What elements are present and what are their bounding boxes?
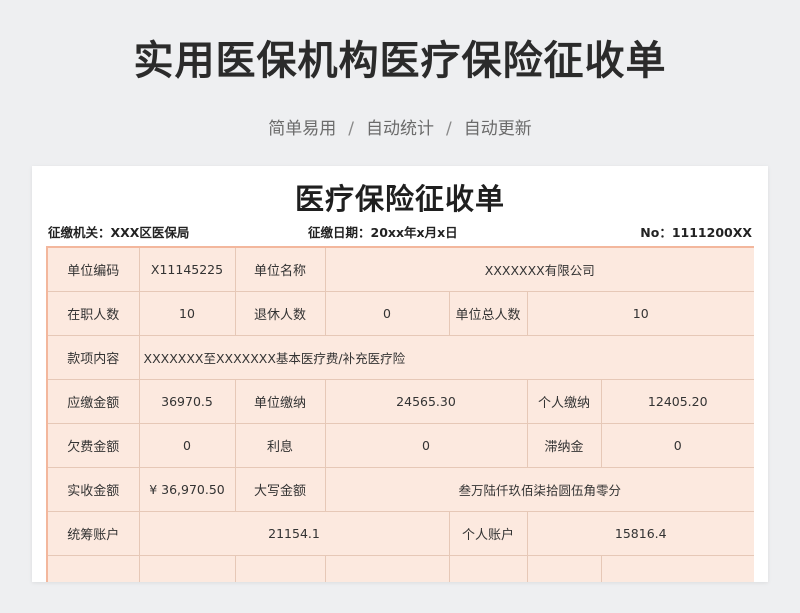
cell-label: 实收金额 bbox=[46, 467, 140, 512]
cell-value[interactable]: 0 bbox=[138, 423, 236, 468]
cell-label: 大写金额 bbox=[234, 467, 326, 512]
page-title: 实用医保机构医疗保险征收单 bbox=[133, 38, 667, 84]
form-title: 医疗保险征收单 bbox=[294, 182, 505, 216]
form-table: 单位编码 X11145225 单位名称 XXXXXXX有限公司 在职人数 10 … bbox=[46, 246, 754, 582]
cell-empty bbox=[600, 555, 754, 582]
table-row: 实收金额 ¥ 36,970.50 大写金额 叁万陆仟玖佰柒拾圆伍角零分 bbox=[46, 467, 754, 512]
cell-empty bbox=[234, 555, 326, 582]
table-row: 在职人数 10 退休人数 0 单位总人数 10 bbox=[46, 291, 754, 336]
cell-value[interactable]: 0 bbox=[600, 423, 754, 468]
form-table-wrapper: 单位编码 X11145225 单位名称 XXXXXXX有限公司 在职人数 10 … bbox=[46, 246, 754, 582]
cell-value[interactable]: 21154.1 bbox=[138, 511, 450, 556]
cell-empty bbox=[526, 555, 602, 582]
form-number: No：1111200XX bbox=[640, 225, 752, 240]
tag-separator: / bbox=[446, 119, 452, 139]
cell-empty bbox=[46, 555, 140, 582]
cell-label: 单位缴纳 bbox=[234, 379, 326, 424]
cell-label: 在职人数 bbox=[46, 291, 140, 336]
tag-auto-stats: 自动统计 bbox=[366, 119, 434, 139]
cell-value[interactable]: X11145225 bbox=[138, 246, 236, 292]
tag-auto-update: 自动更新 bbox=[463, 119, 532, 139]
tag-separator: / bbox=[348, 119, 354, 139]
cell-label: 单位名称 bbox=[234, 246, 326, 292]
cell-value[interactable]: 叁万陆仟玖佰柒拾圆伍角零分 bbox=[324, 467, 754, 512]
cell-value[interactable]: 10 bbox=[138, 291, 236, 336]
cell-value[interactable]: 24565.30 bbox=[324, 379, 528, 424]
cell-label: 应缴金额 bbox=[46, 379, 140, 424]
tag-easy: 简单易用 bbox=[268, 119, 337, 139]
cell-value[interactable]: 0 bbox=[324, 423, 528, 468]
cell-value[interactable]: 36970.5 bbox=[138, 379, 236, 424]
table-row: 单位编码 X11145225 单位名称 XXXXXXX有限公司 bbox=[46, 246, 754, 292]
table-row: 款项内容 XXXXXXX至XXXXXXX基本医疗费/补充医疗险 bbox=[46, 335, 754, 380]
cell-label: 单位总人数 bbox=[448, 291, 528, 336]
cell-label: 退休人数 bbox=[234, 291, 326, 336]
cell-value[interactable]: ¥ 36,970.50 bbox=[138, 467, 236, 512]
cell-value[interactable]: XXXXXXX有限公司 bbox=[324, 246, 754, 292]
cell-label: 欠费金额 bbox=[46, 423, 140, 468]
cell-label: 统筹账户 bbox=[46, 511, 140, 556]
cell-label: 个人账户 bbox=[448, 511, 528, 556]
collection-date: 征缴日期：20xx年x月x日 bbox=[308, 225, 458, 240]
table-row: 统筹账户 21154.1 个人账户 15816.4 bbox=[46, 511, 754, 556]
cell-label: 滞纳金 bbox=[526, 423, 602, 468]
cell-value[interactable]: 10 bbox=[526, 291, 754, 336]
cell-label: 款项内容 bbox=[46, 335, 140, 380]
cell-value[interactable]: XXXXXXX至XXXXXXX基本医疗费/补充医疗险 bbox=[138, 335, 754, 380]
cell-label: 单位编码 bbox=[46, 246, 140, 292]
cell-empty bbox=[448, 555, 528, 582]
cell-value[interactable]: 12405.20 bbox=[600, 379, 754, 424]
cell-value[interactable]: 15816.4 bbox=[526, 511, 754, 556]
feature-tags: 简单易用 / 自动统计 / 自动更新 bbox=[0, 114, 800, 139]
form-card: 医疗保险征收单 征缴机关：XXX区医保局 征缴日期：20xx年x月x日 No：1… bbox=[32, 166, 768, 582]
cell-label: 利息 bbox=[234, 423, 326, 468]
cell-value[interactable]: 0 bbox=[324, 291, 450, 336]
table-row bbox=[46, 555, 754, 582]
cell-empty bbox=[324, 555, 450, 582]
table-row: 欠费金额 0 利息 0 滞纳金 0 bbox=[46, 423, 754, 468]
collection-agency: 征缴机关：XXX区医保局 bbox=[48, 225, 190, 240]
cell-label: 个人缴纳 bbox=[526, 379, 602, 424]
cell-empty bbox=[138, 555, 236, 582]
table-row: 应缴金额 36970.5 单位缴纳 24565.30 个人缴纳 12405.20 bbox=[46, 379, 754, 424]
